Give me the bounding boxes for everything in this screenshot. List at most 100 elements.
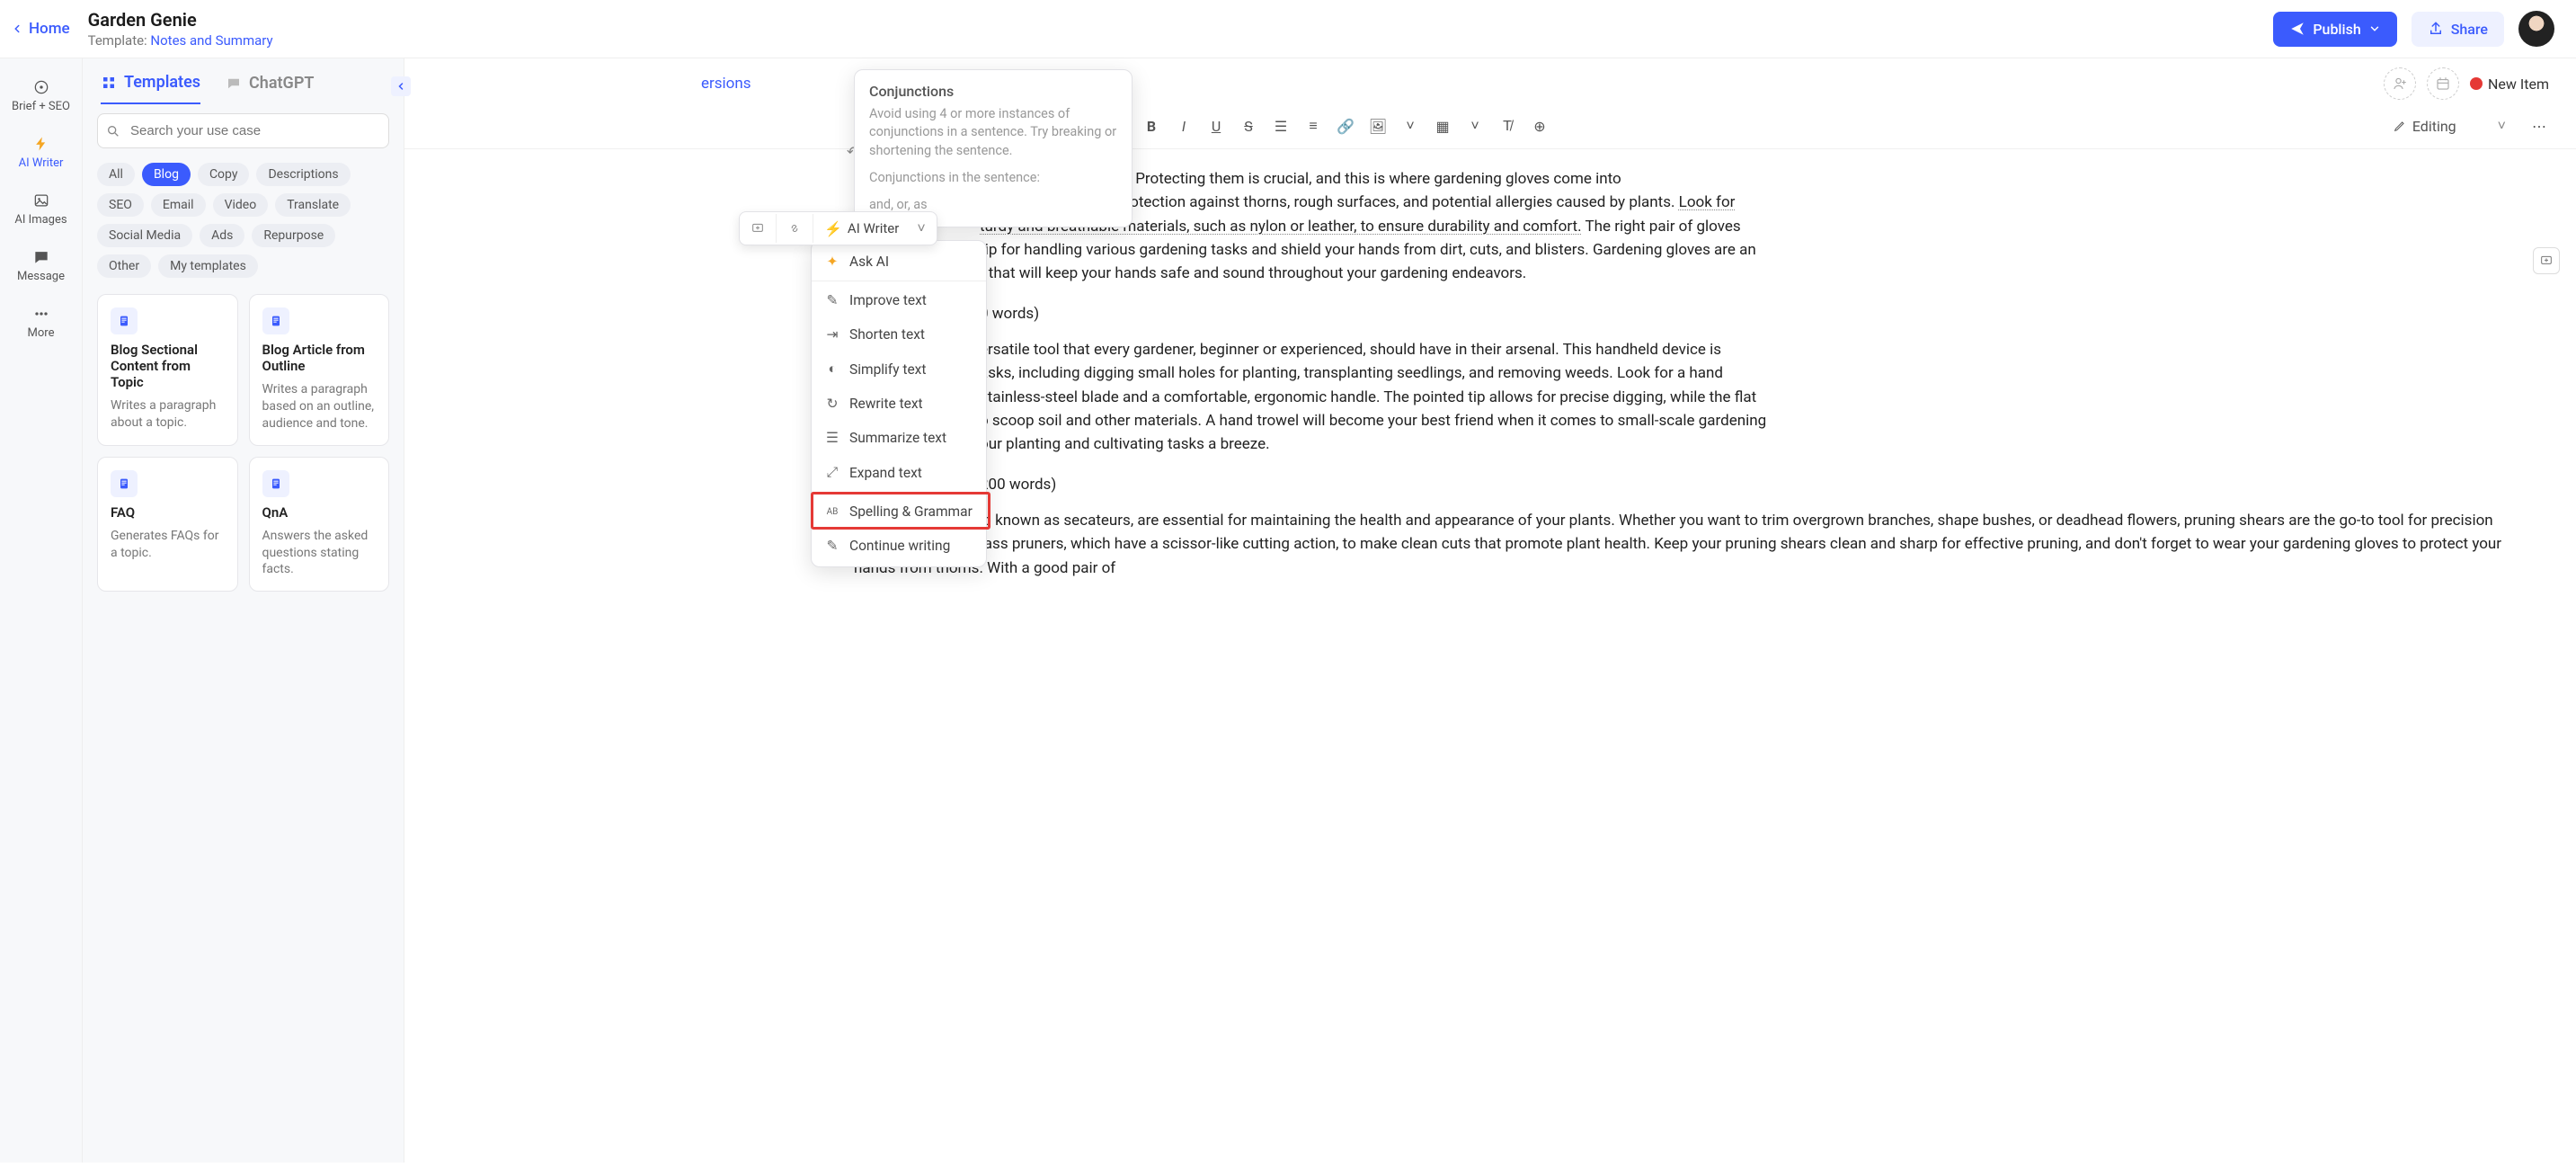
bold-button[interactable]: B bbox=[1141, 116, 1161, 136]
underline-button[interactable]: U bbox=[1206, 116, 1226, 136]
body-text: t that will keep your hands safe and sou… bbox=[980, 264, 1526, 282]
menu-item-expand[interactable]: ⤢ Expand text bbox=[812, 455, 986, 490]
menu-item-ask-ai[interactable]: ✦Ask AI bbox=[812, 245, 986, 279]
search-input[interactable] bbox=[97, 113, 389, 148]
rail-item-label: AI Images bbox=[14, 213, 67, 227]
chip-social-media[interactable]: Social Media bbox=[97, 224, 192, 247]
simplify-icon: ◐ bbox=[824, 361, 840, 378]
menu-item-label: Improve text bbox=[849, 292, 927, 308]
chip-other[interactable]: Other bbox=[97, 254, 151, 278]
template-card[interactable]: Blog Article from OutlineWrites a paragr… bbox=[249, 294, 390, 446]
menu-item-improve[interactable]: ✎ Improve text bbox=[812, 283, 986, 317]
rail-item-label: Brief + SEO bbox=[12, 100, 70, 113]
image-dropdown[interactable]: ˅ bbox=[1400, 116, 1420, 136]
image-button[interactable]: 🖼 bbox=[1368, 116, 1388, 136]
document-body[interactable]: are your primary tools. Protecting them … bbox=[404, 149, 2576, 1145]
link-button[interactable]: 🔗 bbox=[1336, 116, 1355, 136]
menu-item-continue[interactable]: ✎Continue writing bbox=[812, 529, 986, 563]
red-dot-icon bbox=[2470, 77, 2483, 90]
menu-item-shorten[interactable]: ⇥Shorten text bbox=[812, 317, 986, 352]
tooltip-sub: Conjunctions in the sentence: bbox=[869, 169, 1117, 187]
bolt-icon: ⚡ bbox=[824, 220, 842, 237]
editing-mode[interactable]: Editing ˅ bbox=[2393, 117, 2506, 135]
chip-blog[interactable]: Blog bbox=[142, 163, 191, 186]
template-card[interactable]: FAQGenerates FAQs for a topic. bbox=[97, 457, 238, 592]
chip-repurpose[interactable]: Repurpose bbox=[252, 224, 335, 247]
card-title: Blog Article from Outline bbox=[262, 342, 377, 374]
search-icon bbox=[106, 124, 120, 138]
improve-icon: ✎ bbox=[824, 292, 840, 308]
template-link[interactable]: Notes and Summary bbox=[150, 32, 272, 49]
tab-templates[interactable]: Templates bbox=[101, 73, 200, 104]
collapse-panel-button[interactable] bbox=[391, 76, 411, 96]
tab-chatgpt[interactable]: ChatGPT bbox=[226, 73, 314, 104]
pencil-icon bbox=[2393, 119, 2407, 133]
rail-brief-seo[interactable]: Brief + SEO bbox=[0, 67, 82, 124]
numbered-list-button[interactable]: ≡ bbox=[1303, 116, 1323, 136]
table-button[interactable]: ▦ bbox=[1433, 116, 1452, 136]
body-text: asks, including digging small holes for … bbox=[980, 364, 1723, 382]
tab-label: Templates bbox=[124, 73, 200, 92]
document-icon bbox=[262, 470, 289, 497]
document-title: Garden Genie bbox=[88, 9, 273, 31]
tab-label: ChatGPT bbox=[249, 74, 314, 93]
chip-all[interactable]: All bbox=[97, 163, 135, 186]
avatar[interactable] bbox=[2518, 11, 2554, 47]
strike-button[interactable]: S bbox=[1239, 116, 1258, 136]
table-dropdown[interactable]: ˅ bbox=[1465, 116, 1485, 136]
rail-ai-writer[interactable]: AI Writer bbox=[0, 124, 82, 181]
templates-panel: Templates ChatGPT All Blog Copy Description… bbox=[83, 58, 404, 1163]
menu-item-rewrite[interactable]: ↻Rewrite text bbox=[812, 387, 986, 421]
home-link[interactable]: Home bbox=[11, 20, 70, 38]
menu-item-summarize[interactable]: ☰ Summarize text bbox=[812, 421, 986, 455]
menu-item-label: Spelling & Grammar bbox=[849, 503, 973, 520]
template-card[interactable]: QnA Answers the asked questions stating f… bbox=[249, 457, 390, 592]
chip-my-templates[interactable]: My templates bbox=[158, 254, 258, 278]
versions-link[interactable]: ersions bbox=[701, 75, 751, 93]
card-title: QnA bbox=[262, 504, 377, 521]
chip-seo[interactable]: SEO bbox=[97, 193, 144, 217]
ai-writer-dropdown[interactable]: ⚡ AI Writer ˅ bbox=[813, 212, 937, 245]
bolt-icon bbox=[32, 135, 50, 153]
rail-ai-images[interactable]: AI Images bbox=[0, 181, 82, 237]
italic-button[interactable]: I bbox=[1174, 116, 1194, 136]
add-person-button[interactable] bbox=[2384, 67, 2416, 100]
chip-ads[interactable]: Ads bbox=[200, 224, 244, 247]
image-icon bbox=[32, 192, 50, 209]
insert-block-button[interactable] bbox=[740, 214, 777, 243]
menu-item-label: Summarize text bbox=[849, 430, 946, 446]
rail-more[interactable]: More bbox=[0, 294, 82, 351]
send-icon bbox=[2289, 21, 2305, 37]
card-desc: Answers the asked questions stating fact… bbox=[262, 528, 377, 579]
chip-translate[interactable]: Translate bbox=[275, 193, 351, 217]
document-icon bbox=[111, 470, 138, 497]
ask-ai-icon: ✦ bbox=[824, 254, 840, 270]
menu-item-label: Expand text bbox=[849, 465, 922, 481]
comment-plus-icon bbox=[2539, 254, 2554, 268]
expand-icon: ⤢ bbox=[824, 464, 840, 481]
body-text: Pruning shears, also known as secateurs,… bbox=[854, 509, 2513, 580]
add-comment-button[interactable] bbox=[2533, 247, 2560, 274]
chip-copy[interactable]: Copy bbox=[198, 163, 250, 186]
bullet-list-button[interactable]: ☰ bbox=[1271, 116, 1291, 136]
template-line: Template: Notes and Summary bbox=[88, 32, 273, 49]
insert-link-button[interactable] bbox=[777, 214, 813, 243]
chip-email[interactable]: Email bbox=[151, 193, 206, 217]
insert-button[interactable]: ⊕ bbox=[1530, 116, 1550, 136]
chip-descriptions[interactable]: Descriptions bbox=[256, 163, 350, 186]
add-calendar-button[interactable] bbox=[2427, 67, 2459, 100]
status-new-item[interactable]: New Item bbox=[2470, 76, 2549, 93]
menu-item-spelling[interactable]: ABSpelling & Grammar bbox=[812, 494, 986, 529]
calendar-icon bbox=[2435, 76, 2451, 92]
clear-format-button[interactable]: T̸ bbox=[1497, 116, 1517, 136]
share-button[interactable]: Share bbox=[2412, 12, 2504, 47]
document-icon bbox=[262, 307, 289, 334]
template-card[interactable]: Blog Sectional Content from TopicWrites … bbox=[97, 294, 238, 446]
publish-button[interactable]: Publish bbox=[2273, 12, 2396, 47]
chip-video[interactable]: Video bbox=[213, 193, 269, 217]
menu-item-simplify[interactable]: ◐Simplify text bbox=[812, 352, 986, 387]
summarize-icon: ☰ bbox=[824, 430, 840, 446]
message-icon bbox=[32, 248, 50, 266]
rail-message[interactable]: Message bbox=[0, 237, 82, 294]
more-toolbar-button[interactable]: ⋯ bbox=[2529, 116, 2549, 136]
